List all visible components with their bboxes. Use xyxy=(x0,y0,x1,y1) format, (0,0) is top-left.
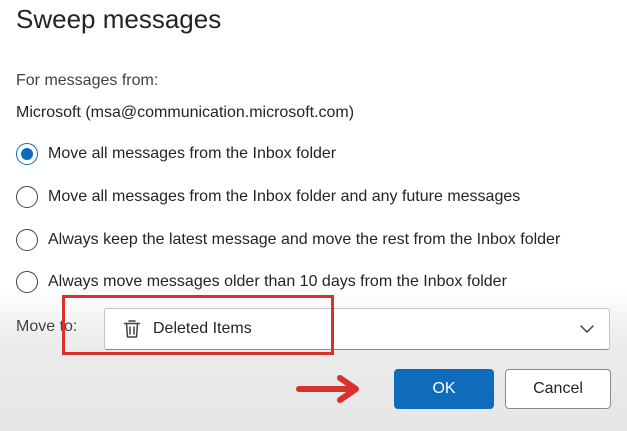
sweep-dialog: Sweep messages For messages from: Micros… xyxy=(0,0,627,431)
chevron-down-icon xyxy=(580,325,594,333)
sender-address: Microsoft (msa@communication.microsoft.c… xyxy=(16,104,355,121)
radio-unchecked-icon[interactable] xyxy=(16,271,38,293)
option-label: Always move messages older than 10 days … xyxy=(48,273,507,290)
annotation-highlight-box xyxy=(62,295,334,355)
from-label: For messages from: xyxy=(16,72,159,89)
dialog-title: Sweep messages xyxy=(16,4,222,34)
radio-unchecked-icon[interactable] xyxy=(16,186,38,208)
option-move-all-future[interactable]: Move all messages from the Inbox folder … xyxy=(16,183,520,211)
ok-button[interactable]: OK xyxy=(394,369,494,409)
radio-checked-icon[interactable] xyxy=(16,143,38,165)
option-move-all[interactable]: Move all messages from the Inbox folder xyxy=(16,140,336,168)
option-label: Move all messages from the Inbox folder xyxy=(48,145,337,162)
option-label: Always keep the latest message and move … xyxy=(48,231,561,248)
option-older-than-10-days[interactable]: Always move messages older than 10 days … xyxy=(16,268,507,296)
option-label: Move all messages from the Inbox folder … xyxy=(48,188,521,205)
radio-unchecked-icon[interactable] xyxy=(16,229,38,251)
annotation-arrow-icon xyxy=(296,375,359,403)
option-keep-latest[interactable]: Always keep the latest message and move … xyxy=(16,226,560,254)
cancel-button[interactable]: Cancel xyxy=(505,369,611,409)
